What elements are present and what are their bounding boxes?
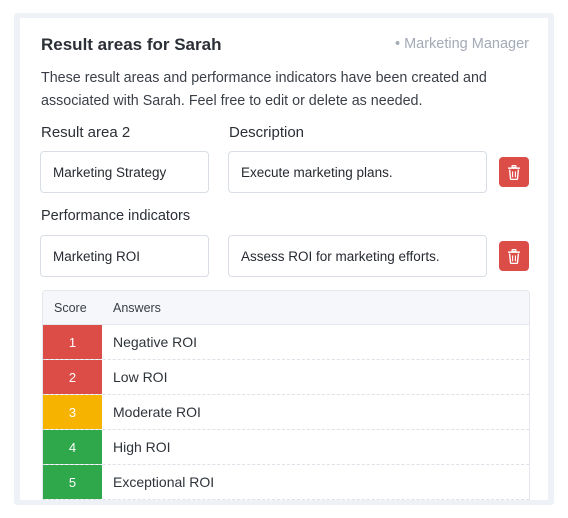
delete-indicator-button[interactable] (499, 241, 529, 271)
delete-result-area-button[interactable] (499, 157, 529, 187)
answer-cell: Low ROI (113, 369, 168, 385)
table-header: Score Answers (43, 291, 529, 325)
score-cell: 4 (43, 430, 102, 464)
performance-indicators-label: Performance indicators (41, 208, 191, 224)
answer-cell: Moderate ROI (113, 404, 201, 420)
trash-icon (507, 248, 521, 264)
score-table: Score Answers 1 Negative ROI 2 Low ROI 3… (42, 290, 530, 500)
result-area-description-input[interactable]: Execute marketing plans. (228, 151, 487, 193)
score-cell: 2 (43, 360, 102, 394)
indicator-name-input[interactable]: Marketing ROI (40, 235, 209, 277)
answer-cell: Exceptional ROI (113, 474, 215, 490)
result-areas-card: Result areas for Sarah • Marketing Manag… (20, 18, 548, 500)
table-row[interactable]: 3 Moderate ROI (43, 395, 529, 430)
score-cell: 3 (43, 395, 102, 429)
answer-cell: Negative ROI (113, 334, 198, 350)
description-label: Description (229, 124, 305, 141)
result-area-label: Result area 2 (41, 124, 131, 141)
table-row[interactable]: 5 Exceptional ROI (43, 465, 529, 500)
table-row[interactable]: 2 Low ROI (43, 360, 529, 395)
answer-cell: High ROI (113, 439, 171, 455)
page-title: Result areas for Sarah (41, 35, 222, 54)
answers-column-header: Answers (113, 300, 161, 315)
indicator-description-input[interactable]: Assess ROI for marketing efforts. (228, 235, 487, 277)
trash-icon (507, 164, 521, 180)
score-cell: 1 (43, 325, 102, 359)
table-row[interactable]: 4 High ROI (43, 430, 529, 465)
role-badge: • Marketing Manager (394, 36, 529, 52)
score-column-header: Score (54, 300, 87, 315)
score-cell: 5 (43, 465, 102, 499)
result-area-name-input[interactable]: Marketing Strategy (40, 151, 209, 193)
table-row[interactable]: 1 Negative ROI (43, 325, 529, 360)
intro-text: These result areas and performance indic… (41, 70, 487, 109)
